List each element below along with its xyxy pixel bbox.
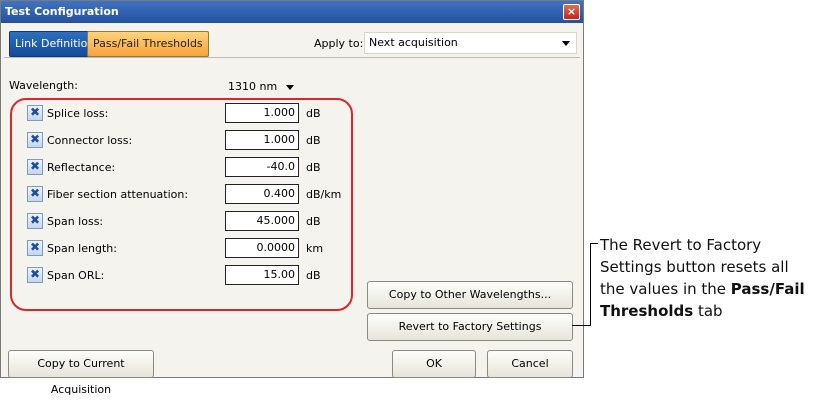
callout-text: The Revert to Factory Settings button re… — [600, 234, 810, 322]
wavelength-dropdown[interactable]: 1310 nm — [223, 76, 301, 98]
close-icon[interactable]: × — [563, 4, 580, 20]
chevron-down-icon — [286, 85, 294, 90]
revert-to-factory-settings-button[interactable]: Revert to Factory Settings — [367, 313, 573, 341]
window-title: Test Configuration — [1, 1, 583, 23]
apply-to-dropdown[interactable]: Next acquisition — [364, 32, 577, 54]
wavelength-value: 1310 nm — [228, 80, 278, 93]
apply-to-value: Next acquisition — [369, 36, 458, 49]
callout-text-end: tab — [693, 302, 723, 320]
callout-bracket-tip — [590, 243, 598, 244]
apply-to-label: Apply to: — [314, 37, 364, 50]
callout-bracket — [590, 243, 591, 326]
cancel-button[interactable]: Cancel — [487, 350, 573, 378]
highlight-annotation — [10, 98, 353, 311]
wavelength-label: Wavelength: — [9, 79, 78, 92]
copy-to-other-wavelengths-button[interactable]: Copy to Other Wavelengths... — [367, 281, 573, 309]
chevron-down-icon — [562, 41, 570, 46]
tab-pass-fail-thresholds[interactable]: Pass/Fail Thresholds — [87, 31, 209, 57]
ok-button[interactable]: OK — [392, 350, 476, 378]
callout-connector — [572, 325, 590, 326]
copy-to-current-acquisition-button[interactable]: Copy to Current Acquisition — [8, 350, 154, 396]
test-configuration-dialog: Test Configuration × Link Definition Pas… — [0, 0, 584, 396]
